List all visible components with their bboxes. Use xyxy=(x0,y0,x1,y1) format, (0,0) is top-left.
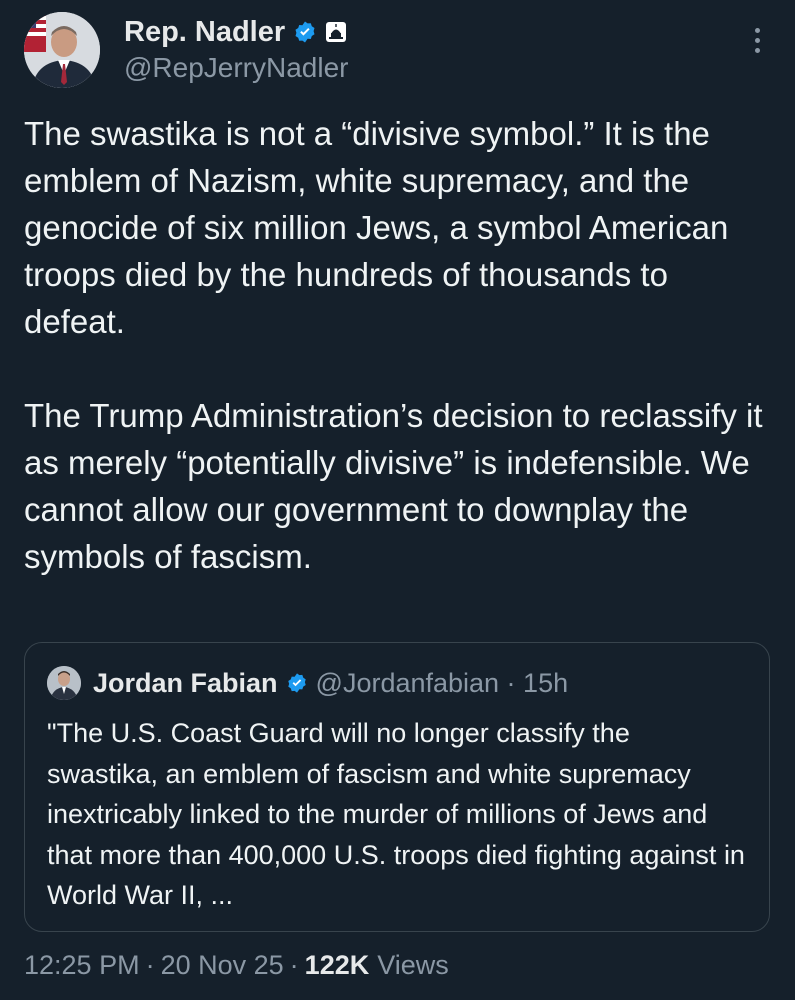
author-names: Rep. Nadler @RepJerryNadler xyxy=(124,14,349,84)
verified-badge-icon[interactable] xyxy=(286,672,308,694)
author-avatar-image xyxy=(24,12,100,88)
quoted-avatar-image xyxy=(47,666,81,700)
tweet-date[interactable]: 20 Nov 25 xyxy=(161,950,284,981)
separator: · xyxy=(289,950,299,980)
quoted-author-display-name[interactable]: Jordan Fabian xyxy=(93,668,278,699)
separator: · xyxy=(145,950,155,980)
quoted-tweet-card[interactable]: Jordan Fabian @Jordanfabian · 15h "The U… xyxy=(24,642,770,932)
quoted-author-avatar[interactable] xyxy=(47,666,81,700)
tweet-body: The swastika is not a “divisive symbol.”… xyxy=(24,110,774,580)
tweet-time[interactable]: 12:25 PM xyxy=(24,950,140,981)
verified-badge-icon[interactable] xyxy=(293,20,317,44)
views-label: Views xyxy=(377,950,449,980)
quoted-tweet-header: Jordan Fabian @Jordanfabian · 15h xyxy=(47,665,568,701)
quoted-tweet-text: "The U.S. Coast Guard will no longer cla… xyxy=(47,718,745,910)
more-options-icon[interactable] xyxy=(752,28,762,58)
tweet-paragraph: The Trump Administration’s decision to r… xyxy=(24,397,763,575)
tweet-paragraph: The swastika is not a “divisive symbol.”… xyxy=(24,115,729,340)
tweet-header: Rep. Nadler @RepJerryNadler xyxy=(24,12,774,92)
views-count[interactable]: 122K xyxy=(305,950,370,981)
tweet-meta: 12:25 PM · 20 Nov 25 · 122K Views xyxy=(24,950,449,981)
capitol-badge-icon[interactable] xyxy=(325,21,347,43)
quoted-author-handle-time[interactable]: @Jordanfabian · 15h xyxy=(316,668,569,699)
author-handle[interactable]: @RepJerryNadler xyxy=(124,52,349,84)
author-name-row: Rep. Nadler xyxy=(124,14,349,50)
author-display-name[interactable]: Rep. Nadler xyxy=(124,16,285,49)
author-avatar[interactable] xyxy=(24,12,100,88)
